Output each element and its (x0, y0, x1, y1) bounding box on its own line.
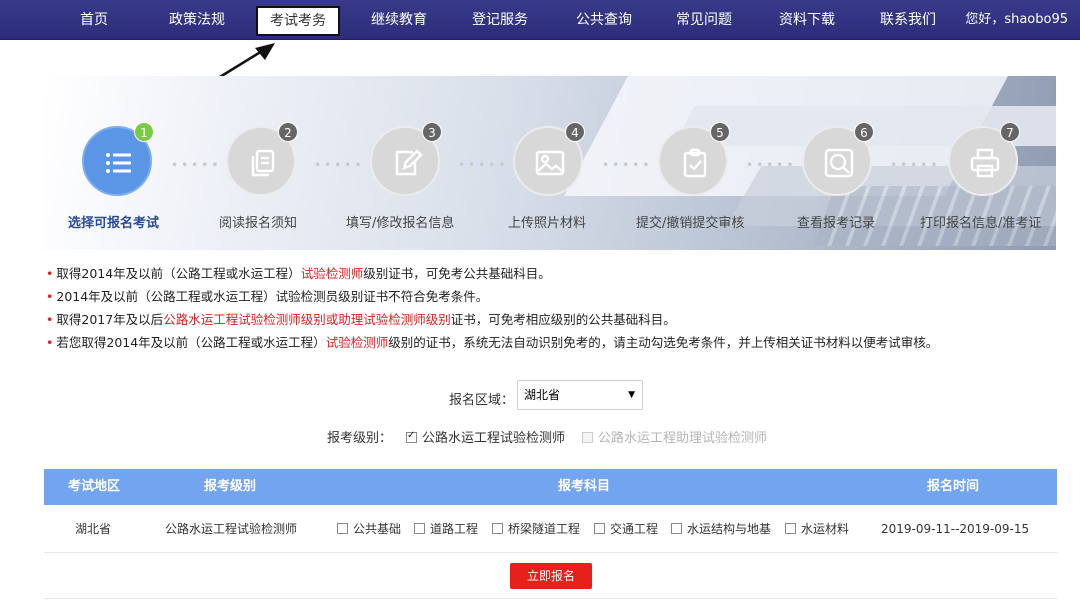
caret-down-icon: ▼ (628, 390, 635, 400)
step-label-5[interactable]: 提交/撤销提交审核 (636, 212, 744, 231)
step-badge: 7 (1000, 122, 1020, 142)
list-icon (106, 153, 131, 173)
step-label-2[interactable]: 阅读报名须知 (219, 212, 297, 231)
col-time: 报名时间 (927, 479, 980, 494)
subject-water-structure[interactable]: 水运结构与地基 (671, 505, 771, 553)
note-item: • 取得2017年及以后公路水运工程试验检测师级别或助理试验检测师级别证书，可免考… (46, 308, 938, 331)
step-7[interactable]: 7 (948, 122, 1020, 196)
step-3[interactable]: 3 (370, 122, 442, 196)
step-label-3[interactable]: 填写/修改报名信息 (346, 212, 454, 231)
exemption-notes: • 取得2014年及以前（公路工程或水运工程）试验检测师级别证书，可免考公共基础科… (46, 262, 938, 354)
step-badge: 1 (134, 122, 154, 142)
step-badge: 4 (565, 122, 585, 142)
step-badge: 2 (278, 122, 298, 142)
action-row: 立即报名 (44, 553, 1057, 599)
note-text: 2014年及以前（公路工程或水运工程）试验检测员级别证书不符合免考条件。 (56, 289, 489, 304)
note-item: • 取得2014年及以前（公路工程或水运工程）试验检测师级别证书，可免考公共基础科… (46, 262, 938, 285)
level-option-assistant: 公路水运工程助理试验检测师 (582, 427, 767, 446)
note-text: 证书，可免考相应级别的公共基础科目。 (450, 312, 676, 327)
nav-policy[interactable]: 政策法规 (169, 0, 225, 40)
step-label-6[interactable]: 查看报考记录 (797, 212, 875, 231)
nav-downloads[interactable]: 资料下载 (779, 0, 835, 40)
subject-water-materials[interactable]: 水运材料 (785, 505, 849, 553)
table-row: 湖北省 公路水运工程试验检测师 公共基础 道路工程 桥梁隧道工程 交通工程 水运… (44, 505, 1057, 553)
subject-road[interactable]: 道路工程 (414, 505, 478, 553)
note-text: 取得2014年及以前（公路工程或水运工程） (56, 266, 301, 281)
nav-exam-affairs[interactable]: 考试考务 (256, 6, 340, 36)
note-text: 取得2017年及以后 (56, 312, 164, 327)
apply-now-button[interactable]: 立即报名 (510, 563, 592, 589)
top-navigation: 首页 政策法规 考试考务 继续教育 登记服务 公共查询 常见问题 资料下载 联系… (0, 0, 1080, 40)
step-6[interactable]: 6 (802, 122, 874, 196)
step-2[interactable]: 2 (226, 122, 298, 196)
bullet-dot-icon: • (46, 312, 54, 327)
checkbox[interactable] (406, 430, 417, 443)
note-item: • 2014年及以前（公路工程或水运工程）试验检测员级别证书不符合免考条件。 (46, 285, 938, 308)
cell-time: 2019-09-11--2019-09-15 (881, 522, 1030, 536)
step-5[interactable]: 5 (658, 122, 730, 196)
nav-registration-service[interactable]: 登记服务 (472, 0, 528, 40)
search-record-icon (824, 148, 854, 178)
step-label-7[interactable]: 打印报名信息/准考证 (920, 212, 1041, 231)
clipboard-check-icon (683, 148, 707, 178)
subject-bridge-tunnel[interactable]: 桥梁隧道工程 (492, 505, 580, 553)
note-highlight: 试验检测师 (325, 335, 389, 350)
subject-traffic[interactable]: 交通工程 (594, 505, 658, 553)
bullet-dot-icon: • (46, 335, 54, 350)
level-label: 报考级别： (327, 431, 393, 446)
step-badge: 6 (854, 122, 874, 142)
note-text: 若您取得2014年及以前（公路工程或水运工程） (56, 335, 326, 350)
subject-public-basics[interactable]: 公共基础 (337, 505, 401, 553)
note-item: • 若您取得2014年及以前（公路工程或水运工程）试验检测师级别的证书，系统无法自… (46, 331, 938, 354)
note-highlight: 试验检测师 (300, 266, 364, 281)
nav-faq[interactable]: 常见问题 (676, 0, 732, 40)
step-label-4[interactable]: 上传照片材料 (508, 212, 586, 231)
step-badge: 3 (422, 122, 442, 142)
note-text: 级别的证书，系统无法自动识别免考的，请主动勾选免考条件，并上传相关证书材料以便考… (388, 335, 939, 350)
user-greeting[interactable]: 您好，shaobo95 (965, 0, 1068, 40)
nav-home[interactable]: 首页 (80, 0, 108, 40)
col-level: 报考级别 (204, 479, 257, 494)
bullet-dot-icon: • (46, 289, 54, 304)
col-region: 考试地区 (68, 479, 121, 494)
edit-icon (395, 149, 423, 176)
step-label-1[interactable]: 选择可报名考试 (68, 212, 159, 231)
printer-icon (970, 148, 1000, 178)
image-icon (535, 150, 565, 176)
table-header: 考试地区 报考级别 报考科目 报名时间 (44, 469, 1057, 505)
nav-continuing-education[interactable]: 继续教育 (371, 0, 427, 40)
cell-region: 湖北省 (75, 522, 112, 536)
step-4[interactable]: 4 (513, 122, 585, 196)
progress-banner: 1 ••••• 2 ••••• 3 ••••• 4 ••••• 5 ••••• … (44, 76, 1056, 250)
step-badge: 5 (710, 122, 730, 142)
documents-icon (251, 149, 275, 177)
bullet-dot-icon: • (46, 266, 54, 281)
region-label: 报名区域： (449, 393, 515, 408)
region-selected-value: 湖北省 (524, 388, 561, 402)
nav-contact[interactable]: 联系我们 (880, 0, 936, 40)
col-subjects: 报考科目 (558, 479, 611, 494)
cell-level: 公路水运工程试验检测师 (165, 522, 298, 536)
checkbox-disabled (582, 432, 593, 443)
region-select[interactable]: 湖北省 ▼ (517, 380, 643, 410)
level-option-engineer[interactable]: 公路水运工程试验检测师 (406, 427, 565, 446)
nav-public-query[interactable]: 公共查询 (576, 0, 632, 40)
note-text: 级别证书，可免考公共基础科目。 (363, 266, 551, 281)
note-highlight: 公路水运工程试验检测师级别或助理试验检测师级别 (163, 312, 451, 327)
step-1[interactable]: 1 (82, 122, 154, 196)
